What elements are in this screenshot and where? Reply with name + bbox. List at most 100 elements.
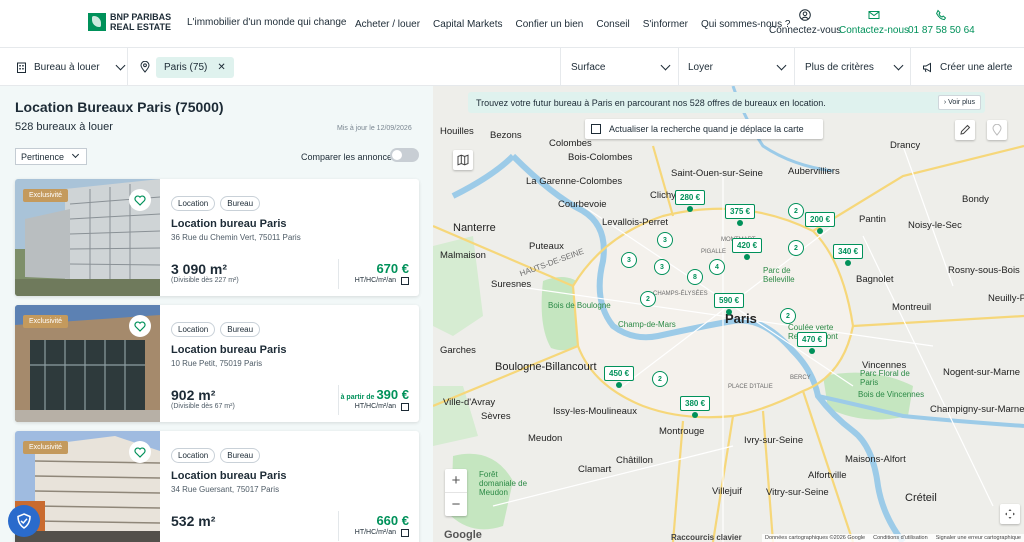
listing-panel: Location Bureaux Paris (75000) 528 burea… (0, 86, 433, 542)
map-label-houilles: Houilles (440, 126, 474, 137)
divider (678, 48, 679, 86)
listing-title[interactable]: Location bureau Paris (171, 470, 287, 482)
cluster-marker[interactable]: 2 (788, 203, 804, 219)
menu-conseil[interactable]: Conseil (596, 19, 629, 30)
phone-button[interactable]: 01 87 58 50 64 (908, 9, 975, 36)
chevron-down-icon (71, 150, 80, 159)
map-label-champ-mars: Champ-de-Mars (618, 320, 676, 329)
contact-button[interactable]: Contactez-nous (839, 9, 909, 36)
info-icon[interactable] (401, 277, 409, 285)
price-pin[interactable]: 340 € (833, 244, 864, 266)
location-filter[interactable]: Paris (75) ✕ (140, 48, 234, 86)
heart-icon (134, 320, 146, 332)
draw-zone-button[interactable] (955, 120, 975, 140)
map-label-vitry: Vitry-sur-Seine (766, 487, 829, 498)
map-label-puteaux: Puteaux (529, 241, 564, 252)
listing-price: 670 € (374, 261, 409, 276)
menu-acheter-louer[interactable]: Acheter / louer (355, 19, 420, 30)
price-pin[interactable]: 420 € (732, 238, 763, 260)
price-pin[interactable]: 280 € (675, 190, 706, 212)
map-label-garenne: La Garenne-Colombes (526, 176, 623, 187)
surface-filter[interactable]: Surface (571, 48, 671, 86)
favorite-button[interactable] (129, 441, 151, 463)
menu-confier-bien[interactable]: Confier un bien (516, 19, 584, 30)
listing-card[interactable]: Exclusivité Location Bureau Location bur… (15, 431, 419, 542)
create-alert-button[interactable]: Créer une alerte (922, 48, 1012, 86)
map-label-bondy: Bondy (962, 194, 989, 205)
info-icon[interactable] (401, 403, 409, 411)
cluster-marker[interactable]: 2 (780, 308, 796, 324)
report-error-link[interactable]: Signaler une erreur cartographique (936, 535, 1021, 541)
listing-card[interactable]: Exclusivité Location Bureau Location bur… (15, 305, 419, 422)
listing-address: 10 Rue Petit, 75019 Paris (171, 359, 263, 368)
listing-card[interactable]: Exclusivité Location Bureau Location bur… (15, 179, 419, 296)
favorite-button[interactable] (129, 315, 151, 337)
cluster-marker[interactable]: 2 (788, 240, 804, 256)
map-type-button[interactable] (453, 150, 473, 170)
price-value: 390 € (376, 387, 409, 402)
divider (127, 48, 128, 86)
zoom-out-button[interactable]: − (445, 492, 467, 515)
search-area-checkbox[interactable] (591, 124, 601, 134)
compare-toggle[interactable] (390, 148, 419, 162)
divider (338, 511, 339, 541)
exclusive-badge: Exclusivité (23, 189, 69, 202)
map-label-noisy: Noisy-le-Sec (908, 220, 962, 231)
terms-link[interactable]: Conditions d'utilisation (873, 535, 928, 541)
remove-chip-icon[interactable]: ✕ (217, 62, 225, 73)
connect-button[interactable]: Connectez-vous (769, 9, 841, 36)
cluster-marker[interactable]: 4 (709, 259, 725, 275)
location-chip[interactable]: Paris (75) ✕ (156, 56, 234, 78)
voir-plus-button[interactable]: › Voir plus (937, 95, 981, 110)
listing-title[interactable]: Location bureau Paris (171, 344, 287, 356)
sort-select[interactable]: Pertinence (15, 148, 87, 165)
cluster-marker[interactable]: 2 (652, 371, 668, 387)
loyer-filter[interactable]: Loyer (688, 48, 787, 86)
property-type-select[interactable]: Bureau à louer (16, 48, 126, 86)
mail-icon (868, 11, 880, 19)
more-criteria-filter[interactable]: Plus de critères (805, 48, 904, 86)
listing-title[interactable]: Location bureau Paris (171, 218, 287, 230)
map-label-alfortville: Alfortville (808, 470, 847, 481)
logo-line-2: REAL ESTATE (110, 22, 172, 32)
pan-control-button[interactable] (1000, 504, 1020, 524)
price-pin[interactable]: 200 € (805, 212, 836, 234)
cluster-marker[interactable]: 3 (654, 259, 670, 275)
price-pin[interactable]: 470 € (797, 332, 828, 354)
search-as-map-moves[interactable]: Actualiser la recherche quand je déplace… (585, 119, 823, 139)
menu-sinformer[interactable]: S'informer (643, 19, 688, 30)
map-label-ivry: Ivry-sur-Seine (744, 435, 804, 446)
zoom-in-button[interactable]: + (445, 469, 467, 492)
google-logo: Google (444, 529, 482, 541)
price-pin[interactable]: 450 € (604, 366, 635, 388)
locate-button[interactable] (987, 120, 1007, 140)
phone-icon (936, 9, 947, 21)
menu-capital-markets[interactable]: Capital Markets (433, 19, 502, 30)
chevron-down-icon (893, 60, 904, 70)
map-label-courbevoie: Courbevoie (558, 199, 607, 210)
surface-label: Surface (571, 61, 606, 73)
map-label-colombes: Colombes (549, 138, 592, 149)
info-icon[interactable] (401, 529, 409, 537)
bnp-logo[interactable]: BNP PARIBAS REAL ESTATE (88, 12, 171, 32)
pencil-icon (960, 124, 971, 135)
map-label-maisons-alfort: Maisons-Alfort (845, 454, 906, 465)
sort-label: Pertinence (21, 151, 65, 162)
price-pin[interactable]: 590 € (714, 293, 745, 315)
favorite-button[interactable] (129, 189, 151, 211)
keyboard-shortcuts-link[interactable]: Raccourcis clavier (671, 533, 742, 542)
more-criteria-label: Plus de critères (805, 61, 874, 73)
price-pin[interactable]: 380 € (680, 396, 711, 418)
cluster-marker[interactable]: 2 (640, 291, 656, 307)
cluster-marker[interactable]: 3 (621, 252, 637, 268)
cluster-marker[interactable]: 3 (657, 232, 673, 248)
listing-area: 532 m² (171, 513, 216, 529)
map[interactable]: Trouvez votre futur bureau à Paris en pa… (433, 86, 1024, 542)
location-chip-label: Paris (75) (164, 61, 208, 73)
cluster-marker[interactable]: 8 (687, 269, 703, 285)
heart-icon (134, 446, 146, 458)
phone-number: 01 87 58 50 64 (908, 25, 975, 36)
map-label-boulogne: Boulogne-Billancourt (495, 361, 597, 373)
price-pin[interactable]: 375 € (725, 204, 756, 226)
privacy-shield-button[interactable] (8, 505, 40, 537)
